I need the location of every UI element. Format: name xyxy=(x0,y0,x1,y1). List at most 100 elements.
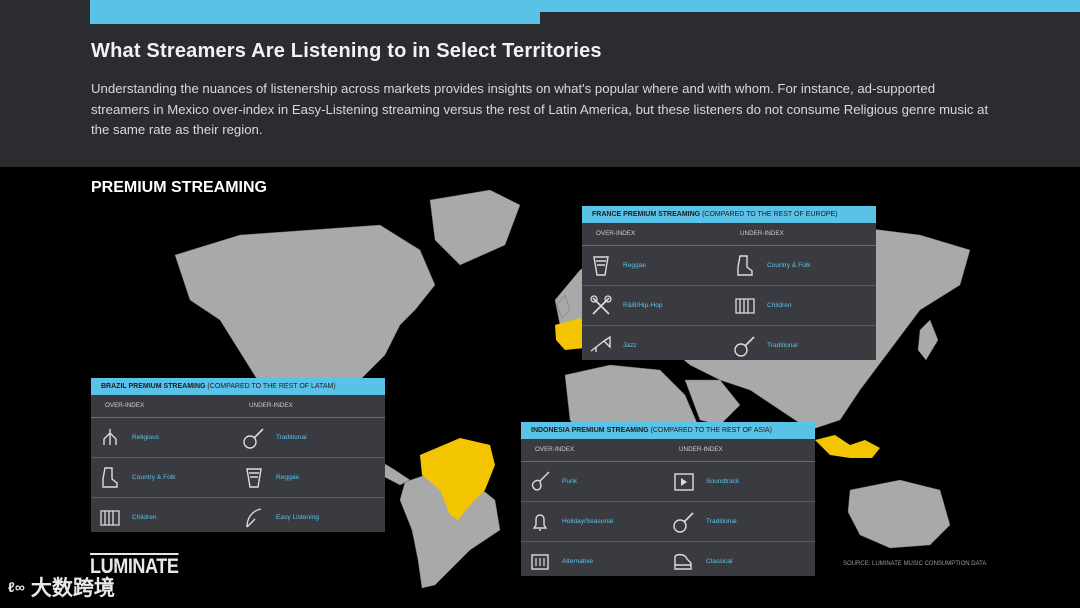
table-row: R&B/Hip-Hop Children xyxy=(582,286,876,326)
genre-label: Reggae xyxy=(276,474,300,481)
genre-label: Alternative xyxy=(562,558,594,565)
feather-icon xyxy=(241,505,267,531)
accent-bar-step xyxy=(90,12,540,24)
banjo-icon xyxy=(241,425,267,451)
indonesia-panel-title: INDONESIA PREMIUM STREAMING xyxy=(531,427,649,434)
table-row: Country & Folk Reggae xyxy=(91,458,385,498)
over-index-cell: Religious xyxy=(97,418,159,457)
genre-label: Country & Folk xyxy=(132,474,176,481)
table-row: Punk Soundtrack xyxy=(521,462,815,502)
banjo-icon xyxy=(732,333,758,359)
crossed-microphones-icon xyxy=(588,293,614,319)
under-index-cell: Traditional xyxy=(732,326,798,365)
over-index-cell: R&B/Hip-Hop xyxy=(588,286,663,325)
france-panel-header: FRANCE PREMIUM STREAMING (COMPARED TO TH… xyxy=(582,206,876,223)
watermark: ℓ∞ 大数跨境 xyxy=(8,572,115,602)
page-title: What Streamers Are Listening to in Selec… xyxy=(91,40,602,62)
watermark-text: 大数跨境 xyxy=(30,577,115,600)
france-column-headers: OVER-INDEX UNDER-INDEX xyxy=(582,223,876,246)
indonesia-panel-header: INDONESIA PREMIUM STREAMING (COMPARED TO… xyxy=(521,422,815,439)
under-index-cell: Classical xyxy=(671,542,732,581)
indonesia-highlight xyxy=(815,435,880,458)
table-row: Reggae Country & Folk xyxy=(582,246,876,286)
drum-icon xyxy=(241,465,267,491)
over-index-heading: OVER-INDEX xyxy=(596,230,636,237)
trumpet-icon xyxy=(588,333,614,359)
indonesia-panel: INDONESIA PREMIUM STREAMING (COMPARED TO… xyxy=(521,422,815,576)
france-panel-subtitle: (COMPARED TO THE REST OF EUROPE) xyxy=(700,211,838,218)
brazil-panel-title: BRAZIL PREMIUM STREAMING xyxy=(101,383,206,390)
film-play-icon xyxy=(671,469,697,495)
over-index-heading: OVER-INDEX xyxy=(535,446,575,453)
under-index-heading: UNDER-INDEX xyxy=(679,446,723,453)
brazil-panel-header: BRAZIL PREMIUM STREAMING (COMPARED TO TH… xyxy=(91,378,385,395)
electric-guitar-icon xyxy=(527,469,553,495)
brazil-column-headers: OVER-INDEX UNDER-INDEX xyxy=(91,395,385,418)
australia-shape xyxy=(847,479,951,549)
source-note: SOURCE: LUMINATE MUSIC CONSUMPTION DATA xyxy=(843,561,987,567)
xylophone-icon xyxy=(732,293,758,319)
france-panel-title: FRANCE PREMIUM STREAMING xyxy=(592,211,701,218)
under-index-cell: Soundtrack xyxy=(671,462,739,501)
genre-label: Traditional xyxy=(706,518,737,525)
under-index-heading: UNDER-INDEX xyxy=(249,402,293,409)
genre-label: Reggae xyxy=(623,262,647,269)
praying-hands-icon xyxy=(97,425,123,451)
genre-label: Children xyxy=(132,514,157,521)
genre-label: Traditional xyxy=(767,342,798,349)
over-index-cell: Reggae xyxy=(588,246,646,285)
genre-label: Holiday/Seasonal xyxy=(562,518,614,525)
indonesia-panel-subtitle: (COMPARED TO THE REST OF ASIA) xyxy=(648,427,773,434)
table-row: Jazz Traditional xyxy=(582,326,876,365)
banjo-icon xyxy=(671,509,697,535)
under-index-cell: Easy Listening xyxy=(241,498,319,537)
japan-shape xyxy=(917,319,939,361)
table-row: Holiday/Seasonal Traditional xyxy=(521,502,815,542)
intro-paragraph: Understanding the nuances of listenershi… xyxy=(91,81,989,137)
table-row: Religious Traditional xyxy=(91,418,385,458)
brazil-panel: BRAZIL PREMIUM STREAMING (COMPARED TO TH… xyxy=(91,378,385,532)
genre-label: Classical xyxy=(706,558,733,565)
drum-icon xyxy=(588,253,614,279)
over-index-cell: Holiday/Seasonal xyxy=(527,502,613,541)
under-index-cell: Country & Folk xyxy=(732,246,811,285)
grand-piano-icon xyxy=(671,549,697,575)
over-index-heading: OVER-INDEX xyxy=(105,402,145,409)
watermark-mark: ℓ∞ xyxy=(8,579,25,595)
indonesia-rows: Punk Soundtrack Holiday/Seasonal Traditiona… xyxy=(521,462,815,581)
over-index-cell: Punk xyxy=(527,462,577,501)
france-rows: Reggae Country & Folk R&B/Hip-Hop Children J… xyxy=(582,246,876,365)
table-row: Children Easy Listening xyxy=(91,498,385,537)
over-index-cell: Jazz xyxy=(588,326,637,365)
accent-bar-top xyxy=(90,0,1080,12)
bell-icon xyxy=(527,509,553,535)
over-index-cell: Children xyxy=(97,498,157,537)
genre-label: Punk xyxy=(562,478,578,485)
indonesia-column-headers: OVER-INDEX UNDER-INDEX xyxy=(521,439,815,462)
over-index-cell: Country & Folk xyxy=(97,458,176,497)
genre-label: Easy Listening xyxy=(276,514,319,521)
genre-label: Children xyxy=(767,302,792,309)
genre-label: Country & Folk xyxy=(767,262,811,269)
over-index-cell: Alternative xyxy=(527,542,593,581)
xylophone-icon xyxy=(97,505,123,531)
brazil-rows: Religious Traditional Country & Folk Reggae… xyxy=(91,418,385,537)
genre-label: R&B/Hip-Hop xyxy=(623,302,663,309)
under-index-cell: Traditional xyxy=(671,502,737,541)
table-row: Alternative Classical xyxy=(521,542,815,581)
under-index-heading: UNDER-INDEX xyxy=(740,230,784,237)
greenland-shape xyxy=(429,190,521,266)
under-index-cell: Children xyxy=(732,286,792,325)
under-index-cell: Traditional xyxy=(241,418,307,457)
france-panel: FRANCE PREMIUM STREAMING (COMPARED TO TH… xyxy=(582,206,876,360)
header-background-right xyxy=(540,12,1080,24)
header-background-left xyxy=(0,0,90,24)
genre-label: Religious xyxy=(132,434,160,441)
under-index-cell: Reggae xyxy=(241,458,299,497)
cowboy-boot-icon xyxy=(732,253,758,279)
mixer-icon xyxy=(527,549,553,575)
genre-label: Soundtrack xyxy=(706,478,740,485)
cowboy-boot-icon xyxy=(97,465,123,491)
brazil-panel-subtitle: (COMPARED TO THE REST OF LATAM) xyxy=(205,383,336,390)
genre-label: Jazz xyxy=(623,342,637,349)
